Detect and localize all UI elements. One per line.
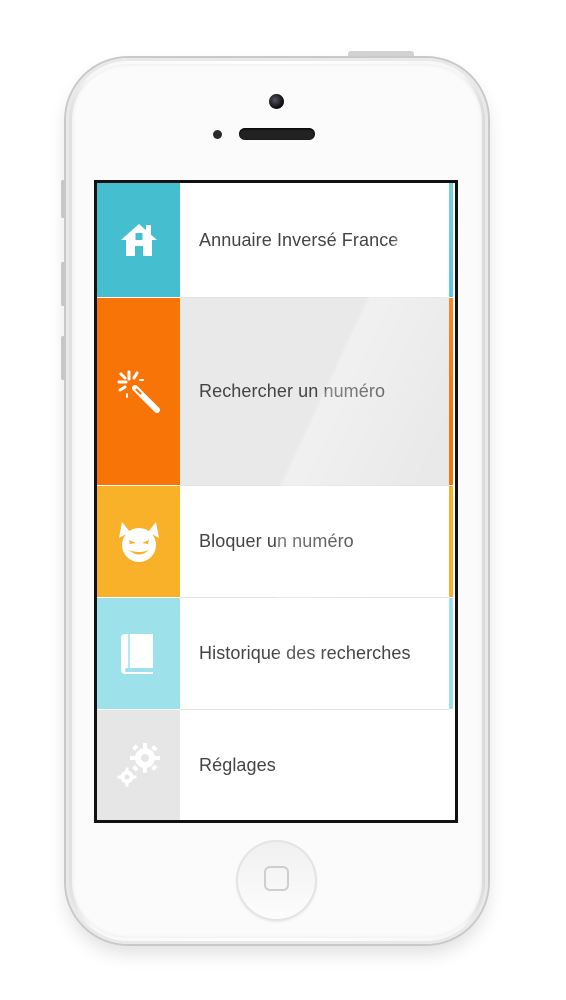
menu-icon-cell <box>97 298 180 485</box>
menu-icon-cell <box>97 486 180 597</box>
menu-item-reglages[interactable]: Réglages <box>97 710 449 820</box>
menu-item-historique[interactable]: Historique des recherches <box>97 598 449 709</box>
gears-icon <box>117 743 160 787</box>
menu-item-label: Rechercher un numéro <box>199 381 386 401</box>
menu-item-annuaire[interactable]: Annuaire Inversé France <box>97 183 449 297</box>
menu-item-rechercher[interactable]: Rechercher un numéro <box>97 298 449 485</box>
devil-icon <box>118 521 159 562</box>
earpiece-speaker <box>239 128 315 140</box>
side-menu: Annuaire Inversé France Rechercher un nu… <box>97 183 455 820</box>
proximity-sensor <box>213 130 222 139</box>
menu-item-label: Historique des recherches <box>199 643 411 663</box>
content-edge <box>449 183 455 820</box>
phone-screen: Annuaire Inversé France Rechercher un nu… <box>94 180 458 823</box>
menu-icon-cell <box>97 183 180 297</box>
menu-item-label: Bloquer un numéro <box>199 531 354 551</box>
magic-wand-icon <box>117 370 160 413</box>
menu-item-bloquer[interactable]: Bloquer un numéro <box>97 486 449 597</box>
menu-item-label: Réglages <box>199 754 276 775</box>
menu-icon-cell <box>97 598 180 709</box>
home-button-square <box>264 866 289 891</box>
home-icon <box>120 224 157 256</box>
menu-icon-cell <box>97 710 180 820</box>
menu-item-label: Annuaire Inversé France <box>199 229 399 250</box>
front-camera <box>269 94 284 109</box>
book-icon <box>120 633 153 674</box>
